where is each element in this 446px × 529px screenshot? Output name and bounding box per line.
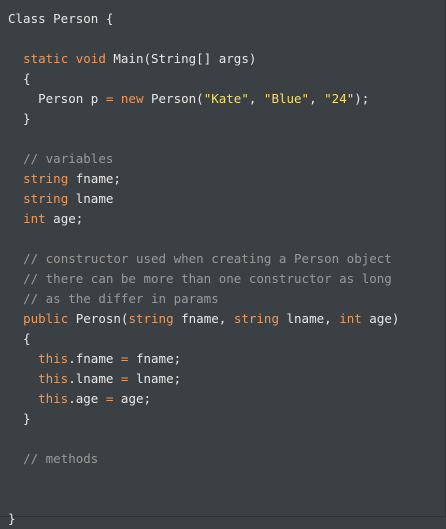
code-token: // constructor used when creating a Pers… bbox=[23, 251, 392, 266]
code-token: int bbox=[339, 311, 362, 326]
code-token: "24" bbox=[324, 91, 355, 106]
code-token: this bbox=[38, 391, 69, 406]
code-token: Person p bbox=[8, 91, 106, 106]
code-token: // methods bbox=[23, 451, 99, 466]
code-token: this bbox=[38, 351, 69, 366]
code-token: Class Person { bbox=[8, 11, 114, 26]
code-line: int age; bbox=[8, 209, 83, 229]
code-line: { bbox=[8, 329, 31, 349]
code-token: Main(String[] args) bbox=[105, 51, 257, 66]
code-line: } bbox=[8, 109, 31, 129]
code-token: // as the differ in params bbox=[23, 291, 219, 306]
code-token: } bbox=[8, 411, 31, 426]
code-token: "Kate" bbox=[203, 91, 249, 106]
code-token: .age bbox=[68, 391, 106, 406]
code-token: string bbox=[23, 191, 69, 206]
code-token: "Blue" bbox=[263, 91, 310, 106]
code-line: string fname; bbox=[8, 169, 121, 189]
code-token: void bbox=[75, 51, 106, 66]
code-token: { bbox=[8, 331, 31, 346]
code-line: // variables bbox=[8, 149, 113, 169]
code-line: } bbox=[8, 509, 16, 529]
code-token: new bbox=[120, 91, 144, 106]
code-line: static void Main(String[] args) bbox=[8, 49, 256, 69]
code-token: lname; bbox=[128, 371, 182, 386]
code-token: { bbox=[8, 71, 31, 86]
code-token: fname; bbox=[68, 171, 121, 186]
code-token: int bbox=[23, 211, 46, 226]
code-token: // there can be more than one constructo… bbox=[23, 271, 392, 286]
code-line: this.age = age; bbox=[8, 389, 151, 409]
code-line: // constructor used when creating a Pers… bbox=[8, 249, 392, 269]
code-line: // as the differ in params bbox=[8, 289, 219, 309]
code-token: age) bbox=[361, 311, 400, 326]
code-token: , bbox=[309, 91, 325, 106]
code-line: string lname bbox=[8, 189, 113, 209]
code-token: string bbox=[233, 311, 279, 326]
code-line: public Perosn(string fname, string lname… bbox=[8, 309, 399, 329]
code-token: age; bbox=[45, 211, 84, 226]
code-line: this.lname = lname; bbox=[8, 369, 181, 389]
code-token: this bbox=[38, 371, 69, 386]
code-line: { bbox=[8, 69, 31, 89]
code-line: this.fname = fname; bbox=[8, 349, 181, 369]
code-token: , bbox=[248, 91, 264, 106]
code-token: fname; bbox=[128, 351, 182, 366]
code-token: Person( bbox=[143, 91, 204, 106]
code-token: age; bbox=[113, 391, 152, 406]
code-token: string bbox=[128, 311, 174, 326]
code-token: lname, bbox=[278, 311, 340, 326]
code-token: static bbox=[23, 51, 69, 66]
code-token: string bbox=[23, 171, 69, 186]
code-line: } bbox=[8, 409, 31, 429]
code-token: ); bbox=[354, 91, 370, 106]
code-token: fname, bbox=[173, 311, 234, 326]
code-line: Class Person { bbox=[8, 9, 113, 29]
code-token: public bbox=[23, 311, 69, 326]
code-token: Perosn( bbox=[68, 311, 129, 326]
code-token: .fname bbox=[68, 351, 121, 366]
code-token: } bbox=[8, 111, 31, 126]
code-line: Person p = new Person("Kate", "Blue", "2… bbox=[8, 89, 369, 109]
code-line: // there can be more than one constructo… bbox=[8, 269, 392, 289]
code-panel: Class Person { static void Main(String[]… bbox=[0, 0, 446, 526]
code-token: .lname bbox=[68, 371, 121, 386]
code-token: } bbox=[8, 511, 16, 526]
code-token: lname bbox=[68, 191, 114, 206]
code-line: // methods bbox=[8, 449, 98, 469]
code-token: // variables bbox=[23, 151, 114, 166]
